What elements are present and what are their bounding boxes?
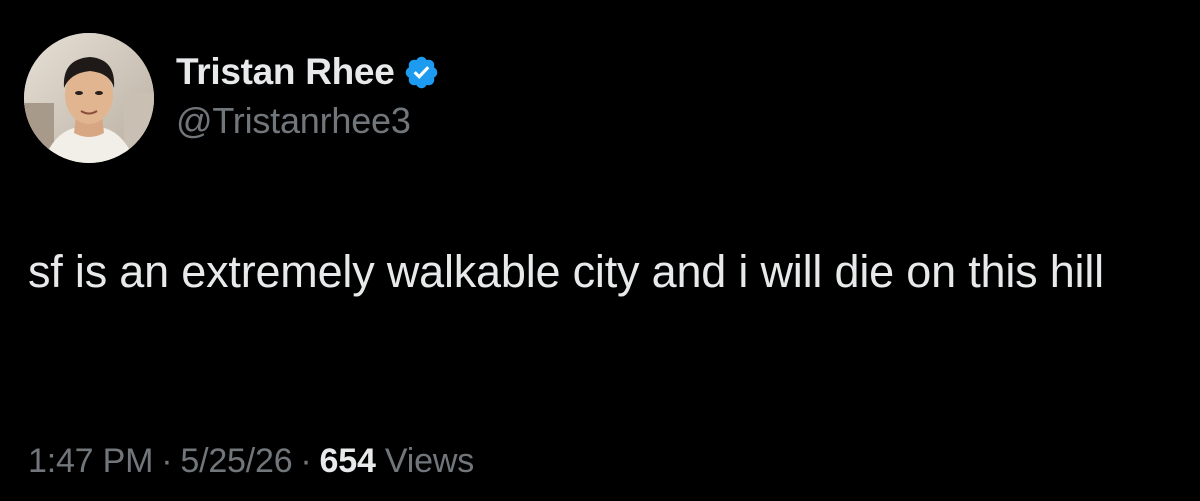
profile-photo [24, 33, 154, 163]
tweet-text: sf is an extremely walkable city and i w… [28, 246, 1104, 297]
tweet-meta: 1:47 PM · 5/25/26 · 654 Views [28, 437, 474, 485]
author-names: Tristan Rhee @Tristanrhee3 [176, 48, 440, 142]
display-name-row: Tristan Rhee [176, 48, 440, 96]
tweet-header: Tristan Rhee @Tristanrhee3 [24, 33, 440, 163]
meta-separator: · [161, 442, 173, 480]
meta-separator: · [300, 442, 312, 480]
tweet-time[interactable]: 1:47 PM [28, 442, 153, 480]
views-label[interactable]: Views [385, 442, 474, 480]
tweet-date[interactable]: 5/25/26 [180, 442, 292, 480]
views-count[interactable]: 654 [320, 442, 376, 480]
tweet-card: Tristan Rhee @Tristanrhee3 sf is an extr… [0, 0, 1200, 501]
verified-badge-icon [403, 54, 440, 91]
avatar[interactable] [24, 33, 154, 163]
author-handle[interactable]: @Tristanrhee3 [176, 100, 440, 142]
display-name[interactable]: Tristan Rhee [176, 51, 395, 93]
